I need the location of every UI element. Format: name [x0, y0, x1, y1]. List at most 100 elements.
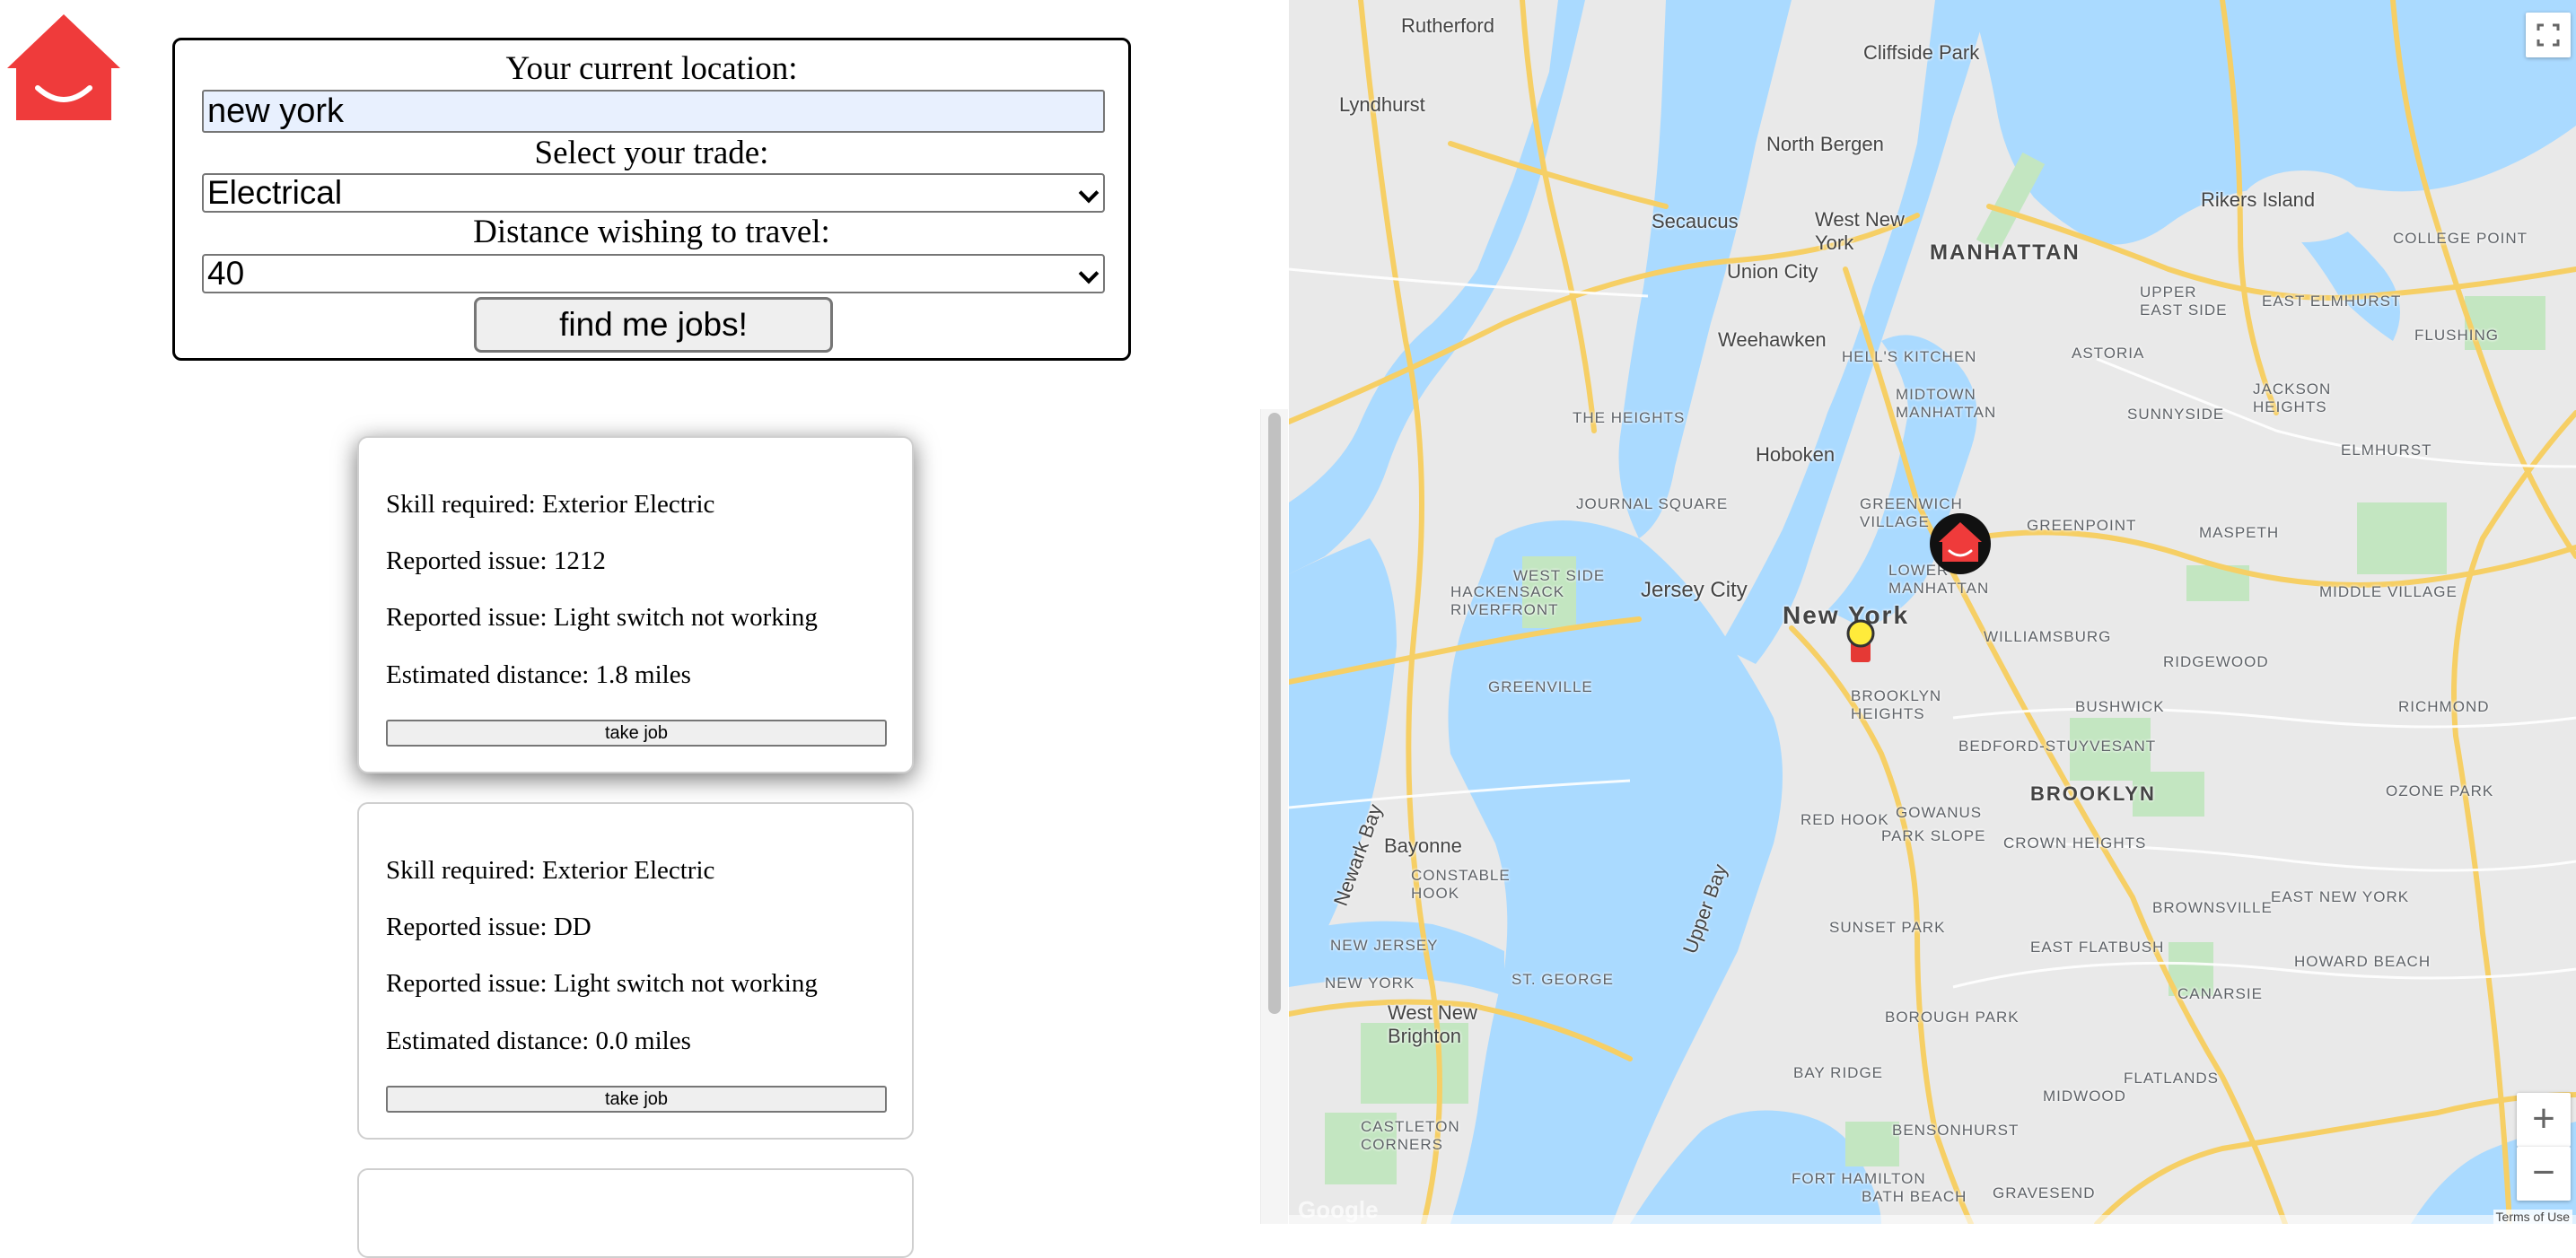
map-label-jackson-heights: JACKSON HEIGHTS [2253, 380, 2332, 415]
chevron-down-icon [1078, 182, 1100, 204]
map-label-richmond: RICHMOND [2398, 698, 2490, 715]
map-label-flushing: FLUSHING [2414, 327, 2499, 344]
map-label-greenville: GREENVILLE [1488, 678, 1593, 695]
fullscreen-button[interactable] [2526, 13, 2571, 57]
map-label-west-side: WEST SIDE [1513, 567, 1606, 584]
take-job-button[interactable]: take job [386, 1086, 887, 1113]
take-job-button[interactable]: take job [386, 720, 887, 747]
map-label-jersey-city: Jersey City [1641, 578, 1748, 602]
map-label-the-heights: THE HEIGHTS [1573, 409, 1686, 426]
job-location-marker-icon[interactable] [1845, 619, 1876, 669]
home-marker-icon[interactable] [1928, 511, 1993, 576]
map-label-flatlands: FLATLANDS [2124, 1070, 2219, 1087]
job-search-form: Your current location: Select your trade… [172, 38, 1131, 361]
map-label-weehawken: Weehawken [1718, 328, 1827, 351]
zoom-out-button[interactable]: − [2517, 1147, 2571, 1201]
job-issue-description: Reported issue: Light switch not working [386, 969, 818, 998]
map-label-bedford-stuyvesant: BEDFORD-STUYVESANT [1958, 738, 2157, 755]
job-card [357, 1168, 914, 1258]
map-label-borough-park: BOROUGH PARK [1885, 1009, 2020, 1026]
map-label-bay-ridge: BAY RIDGE [1793, 1064, 1884, 1081]
job-distance: Estimated distance: 0.0 miles [386, 1026, 691, 1055]
map-label-east-new-york: EAST NEW YORK [2271, 888, 2410, 905]
job-card: Skill required: Exterior Electric Report… [357, 802, 914, 1140]
distance-select[interactable]: 40 [202, 254, 1105, 293]
job-issue-id: Reported issue: DD [386, 913, 591, 941]
scrollbar-thumb[interactable] [1268, 413, 1281, 1014]
results-scrollbar[interactable] [1260, 409, 1288, 1224]
chevron-down-icon [1078, 263, 1100, 284]
map-label-north-bergen: North Bergen [1766, 133, 1884, 155]
map-label-red-hook: RED HOOK [1801, 811, 1889, 828]
map-label-union-city: Union City [1727, 260, 1818, 283]
map-label-elmhurst: ELMHURST [2341, 441, 2432, 459]
map-label-rikers-island: Rikers Island [2201, 188, 2316, 211]
map-label-brownsville: BROWNSVILLE [2152, 899, 2273, 916]
map-label-howard-beach: HOWARD BEACH [2294, 953, 2431, 970]
map-label-new-york-state: NEW YORK [1325, 974, 1415, 992]
map-label-bensonhurst: BENSONHURST [1892, 1122, 2020, 1139]
map-label-greenpoint: GREENPOINT [2027, 517, 2137, 534]
map-label-brooklyn: BROOKLYN [2030, 782, 2156, 805]
map-label-middle-village: MIDDLE VILLAGE [2319, 583, 2458, 600]
map-label-college-point: COLLEGE POINT [2393, 230, 2528, 247]
trade-select-value: Electrical [207, 174, 343, 211]
map-label-park-slope: PARK SLOPE [1881, 827, 1986, 844]
map-label-hoboken: Hoboken [1756, 443, 1836, 466]
trade-select[interactable]: Electrical [202, 173, 1105, 213]
job-issue-id: Reported issue: 1212 [386, 546, 606, 575]
terms-of-use-link[interactable]: Terms of Use [2493, 1210, 2572, 1224]
map-label-brooklyn-heights: BROOKLYN HEIGHTS [1851, 687, 1942, 722]
map-label-east-flatbush: EAST FLATBUSH [2030, 939, 2165, 956]
map-label-rutherford: Rutherford [1401, 14, 1494, 37]
zoom-in-button[interactable]: + [2517, 1093, 2571, 1147]
map-label-gowanus: GOWANUS [1896, 804, 1983, 821]
map-label-midwood: MIDWOOD [2043, 1088, 2126, 1105]
map-label-bath-beach: BATH BEACH [1862, 1188, 1967, 1205]
map-label-williamsburg: WILLIAMSBURG [1984, 628, 2112, 645]
trade-label: Select your trade: [534, 135, 769, 171]
location-label: Your current location: [505, 50, 798, 87]
map-view[interactable]: Rutherford Cliffside Park Lyndhurst Nort… [1289, 0, 2576, 1224]
distance-select-value: 40 [207, 255, 245, 292]
map-label-manhattan: MANHATTAN [1930, 240, 2081, 265]
map-label-secaucus: Secaucus [1652, 210, 1739, 232]
map-label-west-new-york: West New York [1815, 208, 1905, 254]
location-input[interactable] [202, 90, 1105, 133]
house-smile-icon[interactable] [5, 13, 122, 124]
map-label-fort-hamilton: FORT HAMILTON [1792, 1170, 1926, 1187]
map-label-new-jersey: NEW JERSEY [1330, 937, 1439, 954]
map-label-gravesend: GRAVESEND [1993, 1184, 2096, 1201]
map-label-crown-heights: CROWN HEIGHTS [2003, 834, 2147, 852]
job-card: Skill required: Exterior Electric Report… [357, 436, 914, 773]
map-label-bayonne: Bayonne [1384, 834, 1462, 857]
map-label-east-elmhurst: EAST ELMHURST [2262, 293, 2402, 310]
map-label-astoria: ASTORIA [2072, 345, 2145, 362]
map-label-ozone-park: OZONE PARK [2386, 782, 2494, 799]
google-logo: Google [1298, 1196, 1379, 1223]
map-footer [1289, 1215, 2576, 1224]
job-distance: Estimated distance: 1.8 miles [386, 660, 691, 689]
map-label-sunnyside: SUNNYSIDE [2127, 406, 2225, 423]
map-label-hells-kitchen: HELL'S KITCHEN [1842, 348, 1977, 365]
map-label-ridgewood: RIDGEWOOD [2163, 653, 2269, 670]
map-label-hackensack-riverfront: HACKENSACK RIVERFRONT [1450, 583, 1565, 618]
map-label-canarsie: CANARSIE [2177, 985, 2263, 1002]
map-label-midtown: MIDTOWN MANHATTAN [1896, 386, 1997, 421]
map-label-journal-square: JOURNAL SQUARE [1576, 495, 1729, 512]
map-label-west-new-brighton: West New Brighton [1388, 1001, 1477, 1047]
map-label-st-george: ST. GEORGE [1511, 971, 1614, 988]
map-label-bushwick: BUSHWICK [2075, 698, 2165, 715]
map-label-constable-hook: CONSTABLE HOOK [1411, 867, 1511, 902]
job-issue-description: Reported issue: Light switch not working [386, 603, 818, 632]
job-skill: Skill required: Exterior Electric [386, 490, 715, 519]
map-label-sunset-park: SUNSET PARK [1829, 919, 1946, 936]
distance-label: Distance wishing to travel: [473, 214, 830, 250]
map-label-cliffside-park: Cliffside Park [1863, 41, 1980, 64]
find-jobs-button[interactable]: find me jobs! [474, 297, 833, 353]
job-skill: Skill required: Exterior Electric [386, 856, 715, 885]
map-label-castleton-corners: CASTLETON CORNERS [1361, 1118, 1460, 1153]
fullscreen-icon [2537, 23, 2560, 47]
map-label-maspeth: MASPETH [2199, 524, 2280, 541]
map-label-lyndhurst: Lyndhurst [1339, 93, 1425, 116]
